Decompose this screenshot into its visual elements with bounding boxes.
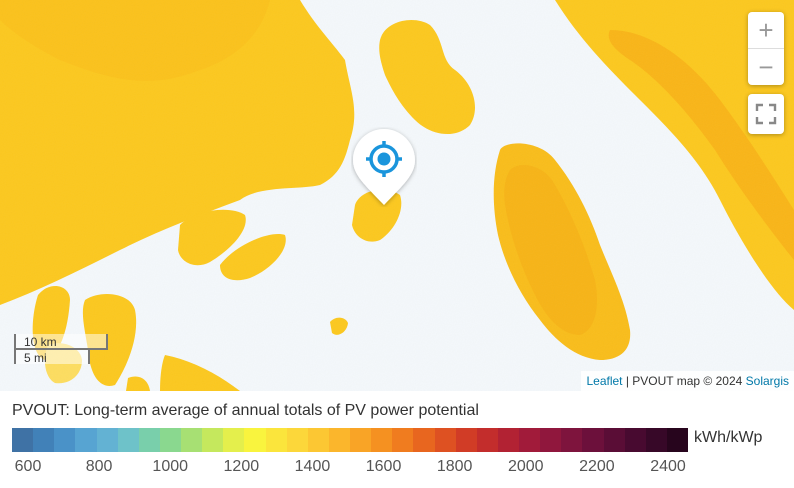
legend-tick-label: 800 xyxy=(85,458,113,475)
legend-color-step xyxy=(159,428,181,452)
legend-tick-label: 2200 xyxy=(579,458,615,475)
legend-color-step xyxy=(476,428,498,452)
legend-color-step xyxy=(96,428,118,452)
legend-color-step xyxy=(181,428,203,452)
legend-color-step xyxy=(286,428,308,452)
legend-color-step xyxy=(223,428,245,452)
legend-color-step xyxy=(413,428,435,452)
legend-color-step xyxy=(519,428,541,452)
fullscreen-icon xyxy=(755,103,777,125)
legend-color-step xyxy=(244,428,266,452)
legend-color-step xyxy=(666,428,688,452)
zoom-control: + − xyxy=(748,12,784,85)
scale-bar: 10 km 5 mi xyxy=(14,334,108,365)
legend-color-step xyxy=(328,428,350,452)
legend-color-step xyxy=(497,428,519,452)
legend-color-step xyxy=(434,428,456,452)
legend-color-step xyxy=(540,428,562,452)
legend-color-step xyxy=(582,428,604,452)
legend-title: PVOUT: Long-term average of annual total… xyxy=(12,402,479,419)
fullscreen-button[interactable] xyxy=(748,94,784,134)
legend-color-step xyxy=(12,428,34,452)
legend-color-step xyxy=(265,428,287,452)
legend-tick-label: 2000 xyxy=(507,458,544,475)
legend-color-step xyxy=(603,428,625,452)
zoom-out-button[interactable]: − xyxy=(748,49,784,85)
legend-tick-label: 600 xyxy=(14,458,42,475)
location-marker[interactable] xyxy=(351,127,417,207)
legend-color-step xyxy=(624,428,646,452)
legend-color-step xyxy=(350,428,372,452)
legend-color-step xyxy=(138,428,160,452)
legend-unit: kWh/kWp xyxy=(694,429,763,446)
attribution-separator: | xyxy=(622,374,633,388)
legend-tick-label: 1600 xyxy=(365,458,402,475)
crosshair-location-icon xyxy=(353,129,415,205)
legend-color-step xyxy=(455,428,477,452)
legend-tick-label: 1000 xyxy=(152,458,189,475)
legend-color-step xyxy=(202,428,224,452)
solargis-link[interactable]: Solargis xyxy=(746,374,789,388)
scale-mi: 5 mi xyxy=(14,348,90,365)
attribution: Leaflet | PVOUT map © 2024 Solargis xyxy=(581,371,794,391)
legend-color-step xyxy=(54,428,76,452)
attribution-text: PVOUT map © 2024 xyxy=(632,374,746,388)
legend-color-step xyxy=(33,428,55,452)
legend-tick-label: 2400 xyxy=(650,458,686,475)
legend-color-step xyxy=(645,428,667,452)
legend-color-step xyxy=(392,428,414,452)
legend-color-step xyxy=(371,428,393,452)
legend-color-ramp xyxy=(12,428,688,452)
zoom-in-button[interactable]: + xyxy=(748,12,784,49)
legend-tick-label: 1400 xyxy=(294,458,331,475)
legend-color-step xyxy=(561,428,583,452)
leaflet-link[interactable]: Leaflet xyxy=(586,374,622,388)
map-view[interactable]: + − 10 km 5 mi Leaflet | PVOUT map © 202… xyxy=(0,0,794,391)
legend-color-step xyxy=(117,428,139,452)
legend-color-step xyxy=(307,428,329,452)
legend-tick-label: 1800 xyxy=(436,458,473,475)
legend-ticks: 600 800 1000 1200 1400 1600 1800 2000 2200 2400 xyxy=(0,458,794,480)
legend-color-step xyxy=(75,428,97,452)
legend-tick-label: 1200 xyxy=(223,458,260,475)
